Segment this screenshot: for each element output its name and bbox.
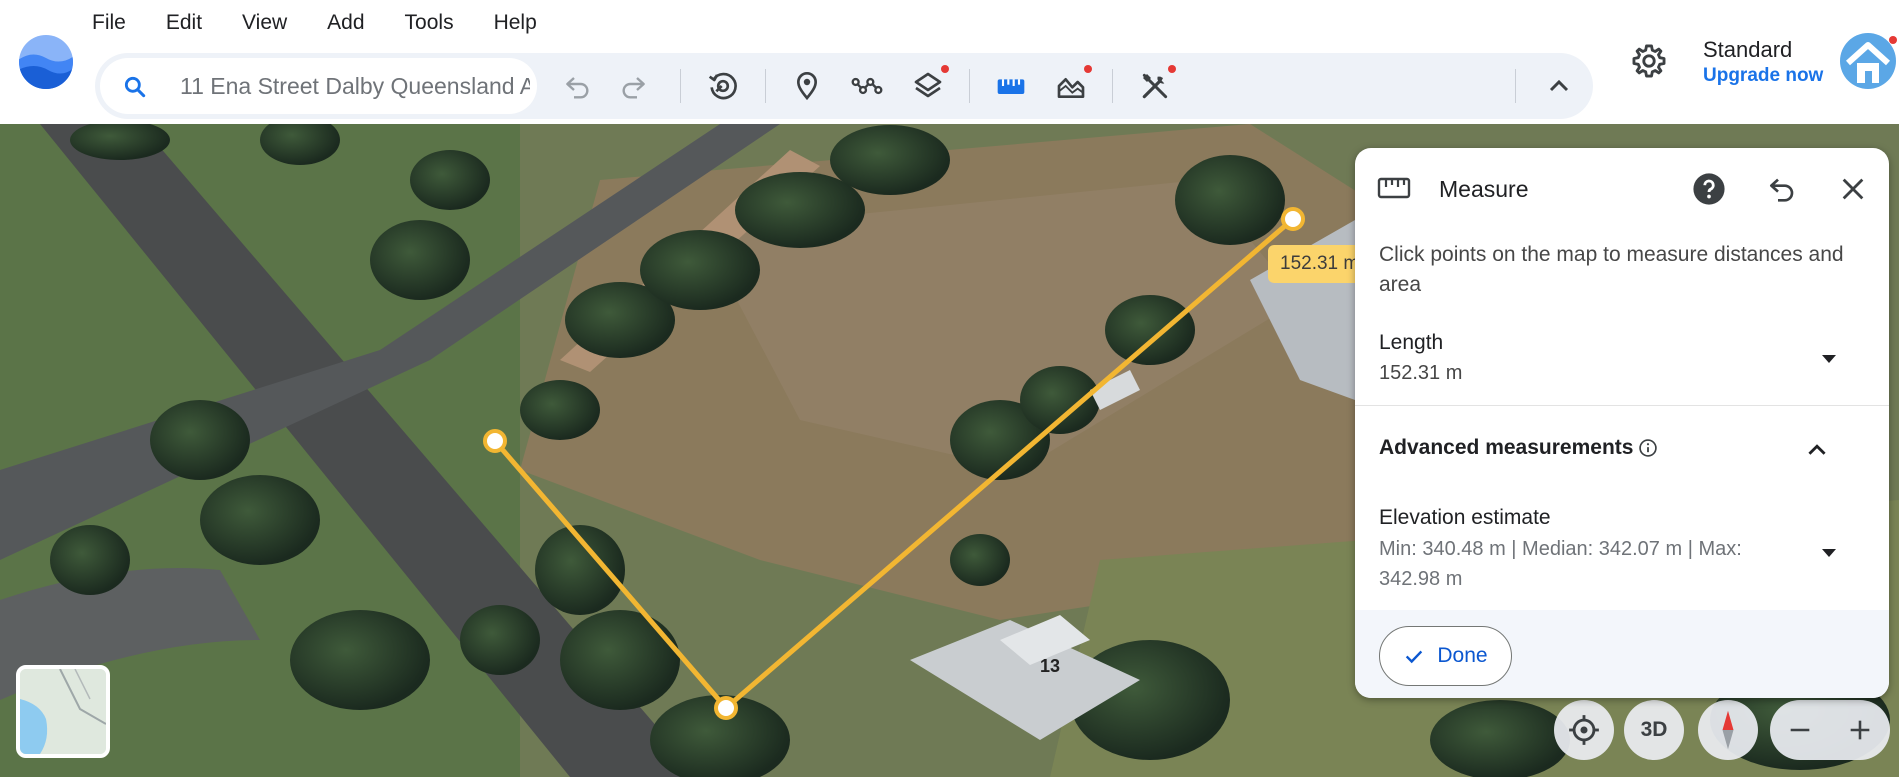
toolbar-divider [765,69,766,103]
done-label: Done [1437,644,1488,667]
distance-label: 152.31 m [1268,245,1368,283]
check-icon [1406,650,1423,664]
help-icon[interactable] [1692,172,1726,206]
elevation-estimate-values: Min: 340.48 m | Median: 342.07 m | Max: … [1379,538,1742,590]
measure-button[interactable] [988,63,1034,109]
measure-ruler-icon [1377,177,1411,199]
overview-minimap[interactable] [16,665,110,758]
undo-button[interactable] [555,63,601,109]
toolbar-divider [969,69,970,103]
compass-icon [1722,710,1734,750]
chevron-up-icon[interactable] [1804,437,1830,463]
layers-icon [914,72,942,98]
advanced-measurements-label[interactable]: Advanced measurements [1379,436,1633,460]
historical-imagery-icon [708,72,737,100]
app-logo-icon[interactable] [18,34,74,90]
plan-name: Standard [1703,37,1793,62]
avatar[interactable] [1840,33,1896,89]
upgrade-link[interactable]: Upgrade now [1703,65,1823,87]
panel-title: Measure [1439,176,1529,202]
search-box [100,58,537,114]
close-icon[interactable] [1839,175,1867,203]
tools-icon [1142,73,1168,99]
notification-dot [1889,36,1897,44]
measure-point-mid[interactable] [714,696,738,720]
info-icon[interactable] [1638,438,1658,458]
compass-button[interactable] [1698,700,1758,760]
menu-bar: File Edit View Add Tools Help [92,8,577,38]
historical-imagery-button[interactable] [700,63,746,109]
my-location-button[interactable] [1554,700,1614,760]
length-value: 152.31 m [1379,362,1463,384]
zoom-controls [1770,700,1890,760]
redo-button[interactable] [610,63,656,109]
elevation-profile-icon [1057,78,1085,98]
app-header: File Edit View Add Tools Help 11 Ena Str… [0,0,1899,124]
toggle-3d-button[interactable]: 3D [1624,700,1684,760]
menu-tools[interactable]: Tools [405,8,454,38]
layers-button[interactable] [905,63,951,109]
collapse-toolbar-button[interactable] [1536,63,1582,109]
minimap-image [20,669,106,754]
elevation-unit-dropdown-icon[interactable] [1822,549,1836,557]
tools-button[interactable] [1132,63,1178,109]
menu-add[interactable]: Add [327,8,364,38]
length-unit-dropdown-icon[interactable] [1822,355,1836,363]
zoom-out-icon[interactable] [1786,716,1814,744]
notification-dot [1168,65,1176,73]
placemark-icon [796,72,818,101]
crosshair-icon [1569,715,1599,745]
menu-edit[interactable]: Edit [166,8,202,38]
toolbar-divider [1515,69,1516,103]
toolbar-divider [1112,69,1113,103]
measure-instructions: Click points on the map to measure dista… [1379,243,1844,296]
search-input[interactable] [180,66,530,106]
undo-icon [566,77,589,99]
placemark-button[interactable] [784,63,830,109]
path-button[interactable] [844,63,890,109]
elevation-estimate-label: Elevation estimate [1379,506,1551,529]
measure-point-start[interactable] [483,429,507,453]
toolbar-divider [680,69,681,103]
panel-divider [1355,405,1889,406]
notification-dot [941,65,949,73]
search-icon[interactable] [122,74,148,100]
redo-icon [622,77,645,99]
menu-view[interactable]: View [242,8,287,38]
home-avatar-icon [1845,42,1891,83]
measure-point-end[interactable] [1281,207,1305,231]
menu-file[interactable]: File [92,8,126,38]
building-number-label: 13 [1040,656,1060,676]
path-icon [851,77,883,95]
measure-panel: Measure Click points on the map to measu… [1355,148,1889,698]
notification-dot [1084,65,1092,73]
collapse-chevron-icon [1549,79,1569,92]
elevation-profile-button[interactable] [1048,63,1094,109]
gear-icon[interactable] [1630,42,1668,80]
length-label: Length [1379,331,1444,354]
undo-icon[interactable] [1766,173,1798,205]
menu-help[interactable]: Help [494,8,537,38]
measure-ruler-icon [997,79,1025,94]
zoom-in-icon[interactable] [1846,716,1874,744]
toolbar [95,53,1593,119]
done-button[interactable]: Done [1379,626,1512,686]
